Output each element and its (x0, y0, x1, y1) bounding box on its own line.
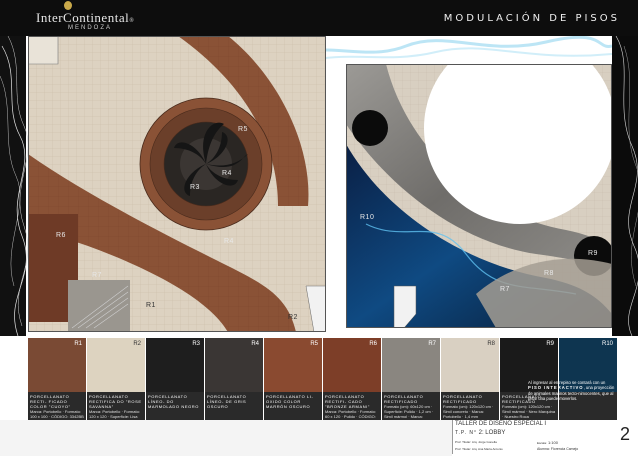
swatch-r7: R7 (382, 338, 440, 392)
room-label-r3: R3 (190, 184, 200, 191)
material-name: PORCELLANATO LÍNEO- DE GRIS OSCURO (207, 394, 247, 409)
material-name: PORCELLANATO RECTIFICADO (384, 394, 424, 404)
swatch-code: R5 (310, 341, 318, 347)
swatch-r4: R4 (205, 338, 263, 392)
brand-logo: InterContinental® (36, 10, 134, 26)
right-decorative-band (612, 36, 638, 336)
material-detail: Formato (cm): 120x120 cm · Simil mármol … (502, 404, 556, 419)
material-detail: Marca: Portobello · Formato: 100 x 100 ·… (30, 409, 84, 419)
tp-label: T.P. N° (455, 430, 477, 436)
student-label: Alumna: (537, 447, 550, 451)
student-row: Alumna: Florencia Camejo (537, 447, 578, 451)
sheet-number: 2 (620, 424, 631, 444)
room-label-r4-band: R4 (224, 238, 234, 245)
room-label-r10: R10 (360, 214, 375, 221)
swatch-code: R3 (192, 341, 200, 347)
material-description: PORCELLANATO RECTI- FICADO COLOR "CUOYO"… (28, 392, 86, 420)
presentation-sheet: InterContinental® MENDOZA MODULACIÓN DE … (0, 0, 638, 456)
swatch-r5: R5 (264, 338, 322, 392)
material-name: PORCELLANATO RECTI- FICADO COLOR "CUOYO" (30, 394, 71, 409)
material-description: PORCELLANATO LI- OXIDO COLOR MARRÓN OSCU… (264, 392, 322, 420)
scale-value: 1:100 (547, 440, 558, 445)
swatch-r2: R2 (87, 338, 145, 392)
page-title: MODULACIÓN DE PISOS (443, 13, 620, 24)
swatch-r8: R8 (441, 338, 499, 392)
swatch-code: R2 (133, 341, 141, 347)
brand-crest-icon (64, 1, 72, 10)
student-name: Florencia Camejo (550, 447, 579, 451)
floor-plan-left (28, 36, 326, 332)
room-label-r7: R7 (92, 272, 102, 279)
scale-label: Escala: (537, 441, 547, 445)
room-label-r5: R5 (238, 126, 248, 133)
material-description: PORCELLANATO LÍNEO- DE GRIS OSCURO (205, 392, 263, 420)
material-detail: Formato (cm): 60x120 cm · Superficie: Pu… (384, 404, 434, 420)
swatch-code: R7 (428, 341, 436, 347)
note-text-before: Al ingresar al entrepiso se contará con … (528, 380, 606, 385)
prof-1: Prof. Titular: Arq. Jorge Gonella (455, 440, 497, 444)
swatch-code: R8 (487, 341, 495, 347)
room-label-r1: R1 (146, 302, 156, 309)
room-label-r7-right: R7 (500, 286, 510, 293)
left-decorative-band (0, 36, 28, 336)
brand-suffix: ® (129, 18, 135, 24)
swatch-code: R6 (369, 341, 377, 347)
material-detail: Formato (cm): 120x120 cm · Simil concret… (443, 404, 494, 419)
title-block: TALLER DE DISEÑO ESPECIAL I T.P. N° 2: L… (452, 420, 613, 454)
material-description: PORCELLANATO RECTIFICADO Formato (cm): 60… (382, 392, 440, 420)
material-name: PORCELLANATO RECTIFI- CADO "BRONZE ARMAN… (325, 394, 370, 409)
material-description: PORCELLANATO RECTIFICA DO "ROSE SAVANNA"… (87, 392, 145, 420)
brand-location: MENDOZA (68, 25, 112, 31)
black-circle-left (352, 110, 388, 146)
tp-row: T.P. N° 2: LOBBY (455, 430, 505, 436)
swatch-code: R4 (251, 341, 259, 347)
material-detail: Marca: Portobello · Formato: 120 x 120 ·… (89, 409, 140, 420)
footer-strip (0, 420, 452, 456)
header-bar: InterContinental® MENDOZA MODULACIÓN DE … (0, 0, 638, 36)
interactive-floor-note: Al ingresar al entrepiso se contará con … (528, 380, 620, 402)
swatch-r1: R1 (28, 338, 86, 392)
material-name: PORCELLANATO LI- OXIDO COLOR MARRÓN OSCU… (266, 394, 314, 409)
room-label-r6: R6 (56, 232, 66, 239)
brand-name: InterContinental (36, 10, 130, 25)
note-highlight: PISO INTERACTIVO (528, 385, 584, 391)
room-label-r8: R8 (544, 270, 554, 277)
material-description: PORCELLANATO RECTIFICADO Formato (cm): 12… (441, 392, 499, 420)
corner-detail (28, 36, 59, 65)
prof-2: Prof. Titular: Arq. Ana María Antonio (455, 447, 503, 451)
floor-plan-right (346, 64, 612, 328)
course-name: TALLER DE DISEÑO ESPECIAL I (455, 421, 547, 427)
scale-row: Escala: 1:100 (537, 440, 558, 445)
swatch-r3: R3 (146, 338, 204, 392)
room-label-r9: R9 (588, 250, 598, 257)
material-name: PORCELLANATO RECTIFICA DO "ROSE SAVANNA" (89, 394, 142, 409)
swatch-r6: R6 (323, 338, 381, 392)
material-description: PORCELLANATO LÍNEO- DO MARMOLADO NEGRO (146, 392, 204, 420)
material-name: PORCELLANATO LÍNEO- DO MARMOLADO NEGRO (148, 394, 200, 409)
swatch-code: R9 (546, 341, 554, 347)
material-name: PORCELLANATO RECTIFICADO (443, 394, 483, 404)
swatch-code: R1 (74, 341, 82, 347)
room-label-r2: R2 (288, 314, 298, 321)
material-description: PORCELLANATO RECTIFI- CADO "BRONZE ARMAN… (323, 392, 381, 420)
swatch-code: R10 (601, 341, 613, 347)
material-detail: Marca: Portobello · Formato: 60 x 120 · … (325, 409, 376, 420)
room-label-r4-center: R4 (222, 170, 232, 177)
tp-value: 2: LOBBY (478, 430, 506, 436)
